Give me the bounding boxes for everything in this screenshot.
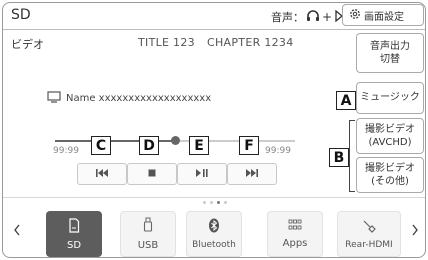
- audio-label: 音声：: [271, 11, 304, 24]
- callout-a: A: [336, 91, 356, 110]
- sd-card-icon: [68, 217, 80, 236]
- source-tile-rear-hdmi[interactable]: Rear-HDMI: [337, 211, 401, 257]
- page-dot-active: [217, 201, 220, 204]
- source-label: Bluetooth: [192, 240, 236, 250]
- callout-f: F: [239, 136, 259, 155]
- previous-track-button[interactable]: [77, 163, 127, 185]
- skip-previous-icon: [95, 168, 109, 181]
- source-tile-bluetooth[interactable]: Bluetooth: [186, 211, 242, 257]
- skip-next-icon: [245, 168, 259, 181]
- audio-output-label-line1: 音声出力: [370, 40, 410, 52]
- play-pause-button[interactable]: [177, 163, 227, 185]
- track-name-row: Name xxxxxxxxxxxxxxxxxxx: [47, 91, 211, 106]
- camera-video-avchd-button[interactable]: 撮影ビデオ (AVCHD): [356, 118, 424, 154]
- next-track-button[interactable]: [227, 163, 277, 185]
- bottom-divider: [3, 197, 425, 198]
- music-button[interactable]: ミュージック: [356, 82, 424, 114]
- play-pause-icon: [195, 168, 209, 181]
- camera-avchd-line2: (AVCHD): [368, 137, 412, 148]
- source-label: USB: [137, 240, 159, 251]
- scroll-right-button[interactable]: [407, 215, 423, 245]
- music-label: ミュージック: [360, 92, 420, 104]
- audio-output-label-line2: 切替: [380, 54, 400, 65]
- usb-icon: [143, 217, 153, 236]
- audio-output-switch-button[interactable]: 音声出力 切替: [356, 33, 424, 73]
- elapsed-time: 99:99: [53, 146, 79, 156]
- camera-video-other-button[interactable]: 撮影ビデオ (その他): [356, 157, 424, 193]
- callout-e: E: [189, 136, 209, 155]
- source-tile-usb[interactable]: USB: [120, 211, 176, 257]
- callout-b: B: [329, 148, 349, 167]
- chapter-label: CHAPTER 1234: [207, 36, 294, 49]
- callout-d: D: [139, 136, 159, 155]
- screen-frame: SD 音声： + 画面設定 ビデオ TITLE 123 CHAPTER 1234…: [2, 2, 426, 258]
- callout-b-bracket: [349, 120, 355, 192]
- camera-other-line2: (その他): [371, 176, 409, 187]
- chevron-right-icon: [411, 221, 419, 240]
- source-title: SD: [11, 7, 31, 23]
- callout-c: C: [91, 136, 111, 155]
- total-time: 99:99: [265, 146, 291, 156]
- source-label: Apps: [282, 238, 308, 249]
- source-tile-apps[interactable]: Apps: [267, 211, 323, 257]
- plus-icon: +: [322, 10, 333, 24]
- page-indicator: [203, 201, 227, 204]
- headphones-icon: [306, 9, 320, 25]
- page-dot: [224, 201, 227, 204]
- audio-status: 音声： +: [271, 9, 344, 25]
- source-label: Rear-HDMI: [345, 239, 393, 250]
- source-label: SD: [66, 239, 82, 251]
- monitor-icon: [47, 91, 61, 106]
- camera-avchd-line1: 撮影ビデオ: [365, 123, 415, 135]
- top-divider: [3, 29, 425, 30]
- display-settings-button[interactable]: 画面設定: [342, 4, 424, 26]
- scroll-left-button[interactable]: [9, 215, 25, 245]
- apps-grid-icon: [288, 219, 302, 234]
- progress-knob[interactable]: [171, 136, 180, 145]
- title-label: TITLE 123: [138, 36, 195, 49]
- gear-icon: [349, 8, 361, 23]
- camera-other-line1: 撮影ビデオ: [365, 162, 415, 174]
- source-tile-sd[interactable]: SD: [46, 211, 102, 257]
- page-dot: [203, 201, 206, 204]
- track-name: Name xxxxxxxxxxxxxxxxxxx: [66, 93, 212, 104]
- display-settings-label: 画面設定: [364, 11, 404, 23]
- page-dot: [210, 201, 213, 204]
- stop-button[interactable]: [127, 163, 177, 185]
- chevron-left-icon: [13, 221, 21, 240]
- stop-icon: [147, 168, 157, 181]
- bluetooth-icon: [208, 218, 220, 236]
- hdmi-cable-icon: [362, 219, 376, 236]
- category-label: ビデオ: [11, 38, 44, 51]
